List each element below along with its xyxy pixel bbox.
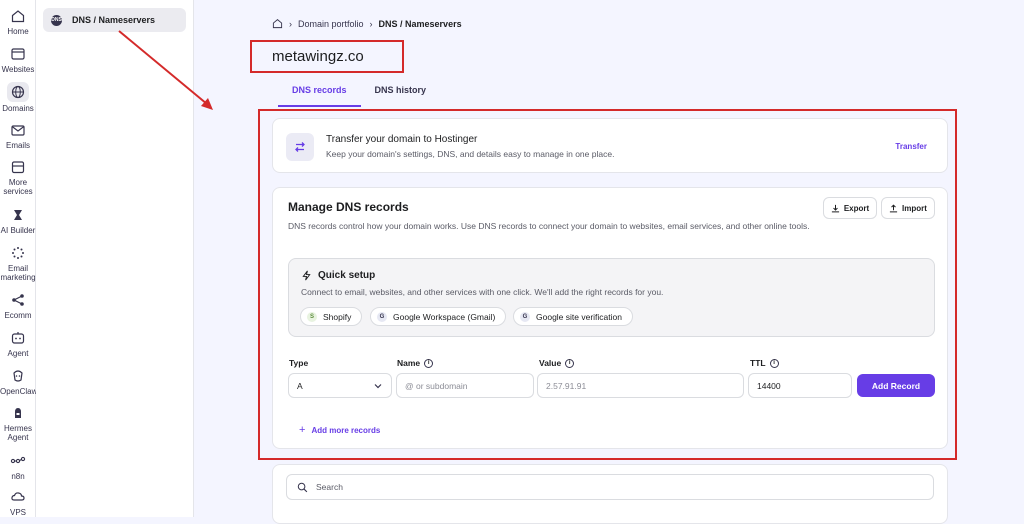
- breadcrumb-separator: ›: [289, 18, 292, 29]
- search-placeholder: Search: [316, 482, 343, 492]
- search-input[interactable]: Search: [286, 474, 934, 500]
- home-icon[interactable]: [272, 18, 283, 29]
- domain-name: metawingz.co: [272, 48, 364, 65]
- breadcrumb: › Domain portfolio › DNS / Nameservers: [272, 18, 462, 29]
- search-icon: [297, 482, 308, 492]
- domain-title: metawingz.co: [250, 40, 404, 73]
- breadcrumb-current: DNS / Nameservers: [378, 18, 462, 29]
- breadcrumb-domain-portfolio[interactable]: Domain portfolio: [298, 19, 364, 29]
- records-search-card: Search: [272, 464, 948, 524]
- annotation-highlight-box: [258, 109, 957, 460]
- tab-dns-records[interactable]: DNS records: [278, 82, 361, 107]
- dns-tabs: DNS records DNS history: [278, 82, 440, 107]
- tab-dns-history[interactable]: DNS history: [361, 82, 441, 107]
- breadcrumb-separator: ›: [369, 18, 373, 29]
